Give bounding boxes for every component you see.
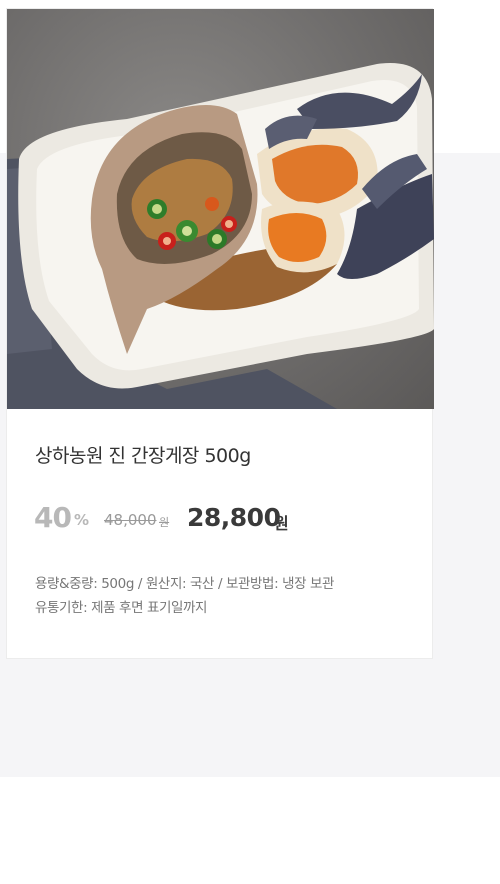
product-image[interactable] bbox=[7, 9, 434, 409]
sale-price: 28,800 bbox=[187, 503, 281, 532]
discount-unit: % bbox=[74, 511, 90, 529]
product-title[interactable]: 상하농원 진 간장게장 500g bbox=[35, 441, 251, 468]
discount-rate: 40 bbox=[34, 501, 72, 534]
product-card[interactable]: 상하농원 진 간장게장 500g 40 % 48,000 원 28,800 원 … bbox=[6, 8, 434, 659]
original-price-unit: 원 bbox=[159, 516, 170, 529]
info-line-expiry: 유통기한: 제품 후면 표기일까지 bbox=[35, 600, 208, 616]
product-info: 용량&중량: 500g / 원산지: 국산 / 보관방법: 냉장 보관 유통기한… bbox=[35, 572, 334, 620]
price-row: 40 % 48,000 원 28,800 원 bbox=[34, 501, 414, 535]
sale-price-unit: 원 bbox=[274, 514, 289, 533]
original-price: 48,000 bbox=[104, 511, 157, 529]
crab-dish-photo-icon bbox=[7, 63, 434, 409]
info-line-specs: 용량&중량: 500g / 원산지: 국산 / 보관방법: 냉장 보관 bbox=[35, 576, 335, 592]
